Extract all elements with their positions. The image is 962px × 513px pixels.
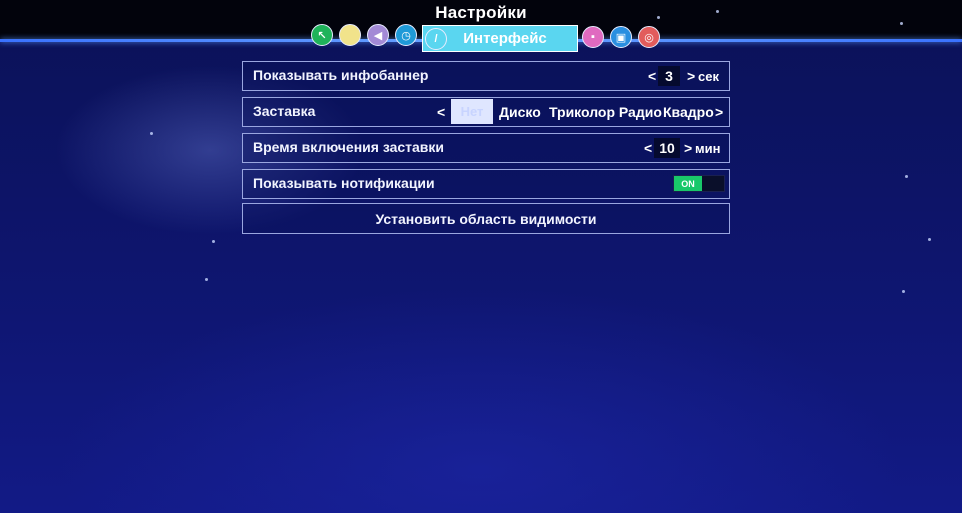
- active-tab-label: Интерфейс: [463, 30, 547, 47]
- decrease-arrow[interactable]: <: [644, 140, 652, 156]
- sound-icon[interactable]: ◀: [367, 24, 389, 46]
- star-decoration: [212, 240, 215, 243]
- star-decoration: [905, 175, 908, 178]
- screensaver-time-unit: мин: [695, 141, 721, 156]
- increase-arrow[interactable]: >: [684, 140, 692, 156]
- setting-row-screensaver-time[interactable]: Время включения заставки < 10 > мин: [242, 133, 730, 163]
- setting-label: Время включения заставки: [253, 139, 445, 155]
- tab-interface[interactable]: / Интерфейс: [422, 25, 578, 52]
- setting-label: Показывать инфобаннер: [253, 67, 429, 83]
- lock-icon[interactable]: ▪: [582, 26, 604, 48]
- clock-icon[interactable]: ◷: [395, 24, 417, 46]
- notifications-toggle[interactable]: ON: [673, 175, 725, 192]
- setting-row-notifications[interactable]: Показывать нотификации ON: [242, 169, 730, 199]
- screensaver-option-selected[interactable]: Нет: [451, 99, 493, 124]
- setting-row-screensaver[interactable]: Заставка < Нет Диско Триколор Радио Квад…: [242, 97, 730, 127]
- increase-arrow[interactable]: >: [687, 68, 695, 84]
- yellow-icon[interactable]: [339, 24, 361, 46]
- interface-icon: /: [425, 27, 447, 50]
- star-decoration: [150, 132, 153, 135]
- previous-arrow[interactable]: <: [437, 104, 445, 120]
- button-label: Установить область видимости: [375, 210, 597, 227]
- next-arrow[interactable]: >: [715, 104, 723, 120]
- infobanner-value: 3: [658, 66, 680, 86]
- screensaver-option[interactable]: Диско: [499, 104, 541, 120]
- screensaver-time-value: 10: [654, 138, 680, 158]
- decrease-arrow[interactable]: <: [648, 68, 656, 84]
- tv-icon[interactable]: ▣: [610, 26, 632, 48]
- star-decoration: [902, 290, 905, 293]
- setting-label: Показывать нотификации: [253, 175, 435, 191]
- screensaver-option[interactable]: Квадро: [663, 104, 714, 120]
- infobanner-unit: сек: [698, 69, 719, 84]
- setting-row-infobanner[interactable]: Показывать инфобаннер < 3 > сек: [242, 61, 730, 91]
- lifebuoy-icon[interactable]: ◎: [638, 26, 660, 48]
- star-decoration: [205, 278, 208, 281]
- setting-label: Заставка: [253, 103, 316, 119]
- screensaver-option[interactable]: Триколор Радио: [549, 104, 662, 120]
- toggle-on-state: ON: [674, 176, 702, 191]
- set-visibility-area-button[interactable]: Установить область видимости: [242, 203, 730, 234]
- green-icon[interactable]: ↖: [311, 24, 333, 46]
- star-decoration: [928, 238, 931, 241]
- page-title: Настройки: [435, 3, 527, 22]
